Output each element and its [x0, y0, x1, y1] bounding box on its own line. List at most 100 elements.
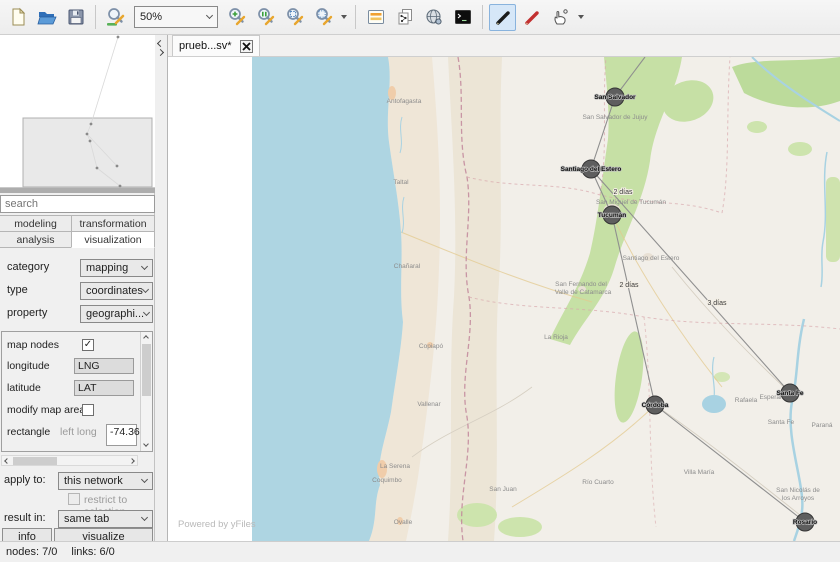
edit-pen-button[interactable]: [518, 4, 545, 31]
graph-edge-label: 2 días: [613, 189, 633, 196]
overview-map: [0, 35, 155, 188]
scroll-down-icon[interactable]: [143, 441, 149, 447]
collapse-left-icon[interactable]: [157, 40, 164, 47]
apply-to-label: apply to:: [4, 474, 46, 486]
graph-node-label: Córdoba: [642, 402, 669, 409]
sidebar: modeling transformation analysis visuali…: [0, 35, 155, 541]
status-links-count: links: 6/0: [71, 546, 114, 558]
graph-edge[interactable]: [591, 97, 615, 169]
console-button[interactable]: [449, 4, 476, 31]
gesture-options-caret[interactable]: [578, 15, 584, 19]
zoom-actual-size-button[interactable]: [252, 4, 279, 31]
black-pen-icon: [493, 7, 513, 27]
zoom-fit-icon: [313, 6, 335, 28]
zoom-in-icon: [226, 6, 248, 28]
zoom-in-button[interactable]: [223, 4, 250, 31]
apply-to-value: this network: [64, 475, 123, 487]
zoom-actual-size-icon: [255, 6, 277, 28]
map-attribution: Powered by yFiles: [178, 519, 256, 530]
overview-viewport-rect[interactable]: [23, 118, 152, 187]
graph-edge[interactable]: [655, 405, 805, 522]
application-window: 50%: [0, 0, 840, 562]
options-vertical-scrollbar[interactable]: [140, 332, 152, 451]
toolbar: 50%: [0, 0, 840, 35]
options-horizontal-scrollbar[interactable]: [1, 455, 138, 466]
document-tab[interactable]: prueb...sv*: [172, 35, 260, 56]
tab-close-button[interactable]: [240, 40, 253, 53]
zoom-selection-icon: [284, 6, 306, 28]
apply-to-row: apply to: this network: [0, 472, 155, 490]
overview-edge: [91, 37, 118, 124]
new-file-icon: [8, 7, 28, 27]
map-nodes-label: map nodes: [7, 339, 59, 351]
save-button[interactable]: [62, 4, 89, 31]
open-folder-icon: [37, 7, 57, 27]
scroll-right-icon[interactable]: [129, 458, 135, 464]
result-in-label: result in:: [4, 512, 46, 524]
zoom-options-caret[interactable]: [341, 15, 347, 19]
modify-map-area-label: modify map area: [7, 404, 85, 416]
latitude-field[interactable]: LAT: [74, 380, 134, 396]
graph-edge[interactable]: [591, 169, 790, 393]
scroll-up-icon[interactable]: [143, 335, 149, 341]
longitude-field[interactable]: LNG: [74, 358, 134, 374]
result-in-row: result in: same tab: [0, 510, 155, 528]
left-long-label: left long: [60, 426, 97, 438]
tab-analysis[interactable]: analysis: [0, 231, 72, 248]
property-select[interactable]: geographi...: [80, 305, 153, 323]
search-input[interactable]: [0, 195, 155, 213]
apply-to-select[interactable]: this network: [58, 472, 153, 490]
panel-splitter[interactable]: [155, 35, 168, 541]
web-export-button[interactable]: [420, 4, 447, 31]
network-overview-panel[interactable]: [0, 35, 155, 188]
zoom-level-value: 50%: [140, 11, 162, 23]
chevron-down-icon: [141, 476, 148, 483]
result-in-select[interactable]: same tab: [58, 510, 153, 528]
zoom-level-select[interactable]: 50%: [134, 6, 218, 28]
map-view[interactable]: AntofagastaTaltalChañaralCopiapóVallenar…: [168, 57, 840, 541]
scroll-left-icon[interactable]: [4, 458, 10, 464]
graph-node-label: Rosario: [793, 519, 817, 526]
properties-button[interactable]: [362, 4, 389, 31]
overview-node-dot: [90, 123, 93, 126]
graph-edge[interactable]: [612, 215, 655, 405]
modify-map-area-checkbox[interactable]: [82, 404, 94, 416]
category-select[interactable]: mapping: [80, 259, 153, 277]
longitude-label: longitude: [7, 360, 50, 372]
expand-right-icon[interactable]: [157, 49, 164, 56]
new-file-button[interactable]: [4, 4, 31, 31]
overview-node-dot: [86, 133, 89, 136]
left-long-input[interactable]: -74.36: [106, 424, 137, 446]
gesture-tool-button[interactable]: [547, 4, 574, 31]
scrollbar-thumb[interactable]: [13, 457, 57, 465]
status-nodes-count: nodes: 7/0: [6, 546, 57, 558]
category-value: mapping: [86, 262, 128, 274]
type-label: type: [7, 284, 28, 296]
copy-network-view-button[interactable]: [391, 4, 418, 31]
zoom-tool-icon: [105, 6, 127, 28]
save-floppy-icon: [66, 7, 86, 27]
toolbar-separator: [482, 5, 483, 29]
document-canvas: prueb...sv*: [168, 35, 840, 541]
draw-pen-button[interactable]: [489, 4, 516, 31]
zoom-selection-button[interactable]: [281, 4, 308, 31]
map-nodes-row: map nodes ✓: [2, 337, 152, 353]
zoom-fit-button[interactable]: [310, 4, 337, 31]
tab-modeling[interactable]: modeling: [0, 215, 72, 232]
scrollbar-thumb[interactable]: [142, 344, 151, 396]
type-select[interactable]: coordinates: [80, 282, 153, 300]
close-icon: [242, 42, 251, 51]
overview-scroll-strip[interactable]: [0, 188, 155, 193]
graph-node-label: Santiago del Estero: [561, 166, 622, 173]
map-nodes-checkbox[interactable]: ✓: [82, 339, 94, 351]
tab-transformation[interactable]: transformation: [71, 215, 155, 232]
graph-edge-label: 2 días: [619, 282, 639, 289]
open-file-button[interactable]: [33, 4, 60, 31]
zoom-tool-button[interactable]: [102, 4, 129, 31]
mapping-options-panel: map nodes ✓ longitude LNG latitude LAT m…: [1, 331, 153, 452]
restrict-row: restrict to selection: [0, 492, 155, 510]
copy-network-view-icon: [395, 7, 415, 27]
tab-visualization[interactable]: visualization: [71, 231, 155, 248]
graph-node-label: Tucumán: [598, 212, 626, 219]
properties-icon: [366, 7, 386, 27]
